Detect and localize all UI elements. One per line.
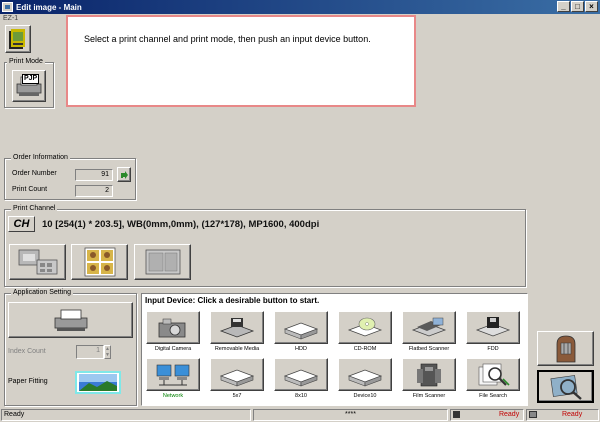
order-info-label: Order Information: [11, 154, 70, 162]
album-icon: [9, 29, 25, 49]
preview-search-button[interactable]: [537, 370, 594, 403]
message-panel: Select a print channel and print mode, t…: [66, 15, 416, 107]
film-scanner-label: Film Scanner: [412, 393, 446, 399]
fdd-button[interactable]: [466, 311, 520, 344]
layout-index-button[interactable]: [9, 244, 66, 280]
window-title: Edit image - Main: [16, 2, 82, 12]
print-count-field: 2: [75, 185, 113, 197]
index-count-label: Index Count: [8, 348, 46, 355]
landscape-photo-icon: [79, 374, 117, 391]
hdd-label: HDD: [295, 346, 307, 352]
drive-icon: [347, 369, 383, 386]
removable-media-label: Removable Media: [214, 346, 260, 352]
status-ready-2: Ready: [561, 411, 583, 418]
album-button[interactable]: [5, 25, 31, 53]
paper-fitting-button[interactable]: [75, 371, 121, 394]
index-layout-icon: [18, 249, 57, 275]
print-count-label: Print Count: [12, 186, 48, 193]
fdd-label: FDD: [487, 346, 499, 352]
drive-icon: [283, 369, 319, 386]
print-channel-label: Print Channel: [11, 205, 58, 213]
status-middle: ****: [253, 409, 448, 421]
app-icon: [2, 2, 13, 12]
network-button[interactable]: [146, 358, 200, 391]
device10-label: Device10: [353, 393, 377, 399]
order-number-field[interactable]: 91: [75, 169, 113, 181]
flatbed-scanner-icon: [411, 317, 447, 336]
hdd-icon: [283, 322, 319, 339]
fdd-icon: [475, 316, 511, 336]
flatbed-scanner-button[interactable]: [402, 311, 456, 344]
file-search-label: File Search: [479, 393, 507, 399]
flatbed-scanner-label: Flatbed Scanner: [408, 346, 450, 352]
file-search-icon: [478, 363, 510, 386]
station-label: EZ-1: [3, 15, 19, 22]
film-scanner-button[interactable]: [402, 358, 456, 391]
input-device-panel: Input Device: Click a desirable button t…: [141, 293, 528, 406]
drive-icon: [219, 369, 255, 386]
index-count-field[interactable]: 1: [76, 345, 104, 359]
index-count-spinner[interactable]: ▲ ▼: [104, 345, 111, 359]
digital-camera-label: Digital Camera: [154, 346, 192, 352]
size-8x10-label: 8x10: [295, 393, 307, 399]
digital-camera-icon: [158, 318, 186, 337]
layout-portrait-button[interactable]: [71, 244, 128, 280]
application-setting-button[interactable]: [8, 302, 133, 338]
arrow-right-icon: [121, 170, 128, 179]
jukebox-button[interactable]: [537, 331, 594, 366]
device10-button[interactable]: [338, 358, 392, 391]
status-cell-2: Ready: [526, 409, 599, 421]
print-mode-badge: PJP: [22, 74, 40, 84]
network-label: Network: [162, 393, 184, 399]
layout-split-button[interactable]: [134, 244, 191, 280]
status-cell-1: Ready: [450, 409, 524, 421]
status-ready-left: Ready: [1, 409, 251, 421]
disk-icon: [453, 411, 460, 418]
title-bar: Edit image - Main _ □ ×: [0, 0, 600, 14]
split-layout-icon: [145, 249, 180, 275]
removable-media-icon: [219, 317, 255, 337]
digital-camera-button[interactable]: [146, 311, 200, 344]
input-device-header: Input Device: Click a desirable button t…: [145, 296, 320, 305]
size-8x10-button[interactable]: [274, 358, 328, 391]
close-button[interactable]: ×: [585, 1, 598, 12]
jukebox-icon: [556, 335, 575, 362]
instruction-message: Select a print channel and print mode, t…: [84, 34, 371, 44]
minimize-button[interactable]: _: [557, 1, 570, 12]
size-5x7-button[interactable]: [210, 358, 264, 391]
removable-media-button[interactable]: [210, 311, 264, 344]
cdrom-button[interactable]: [338, 311, 392, 344]
order-number-label: Order Number: [12, 170, 57, 177]
order-number-button[interactable]: [117, 167, 131, 182]
paper-fitting-label: Paper Fitting: [8, 378, 48, 385]
maximize-button[interactable]: □: [571, 1, 584, 12]
cdrom-icon: [347, 317, 383, 336]
printer-icon: [54, 309, 87, 331]
image-search-icon: [550, 374, 582, 400]
size-5x7-label: 5x7: [232, 393, 242, 399]
portrait-layout-icon: [84, 247, 115, 277]
film-scanner-icon: [417, 363, 441, 386]
printer-status-icon: [529, 411, 537, 418]
hdd-button[interactable]: [274, 311, 328, 344]
app-setting-label: Application Setting: [11, 289, 73, 297]
print-mode-label: Print Mode: [7, 58, 45, 66]
network-icon: [156, 364, 190, 385]
file-search-button[interactable]: [466, 358, 520, 391]
status-ready-1: Ready: [498, 411, 520, 418]
cdrom-label: CD-ROM: [353, 346, 377, 352]
channel-description: 10 [254(1) * 203.5], WB(0mm,0mm), (127*1…: [42, 219, 320, 230]
channel-button[interactable]: CH: [8, 216, 35, 232]
